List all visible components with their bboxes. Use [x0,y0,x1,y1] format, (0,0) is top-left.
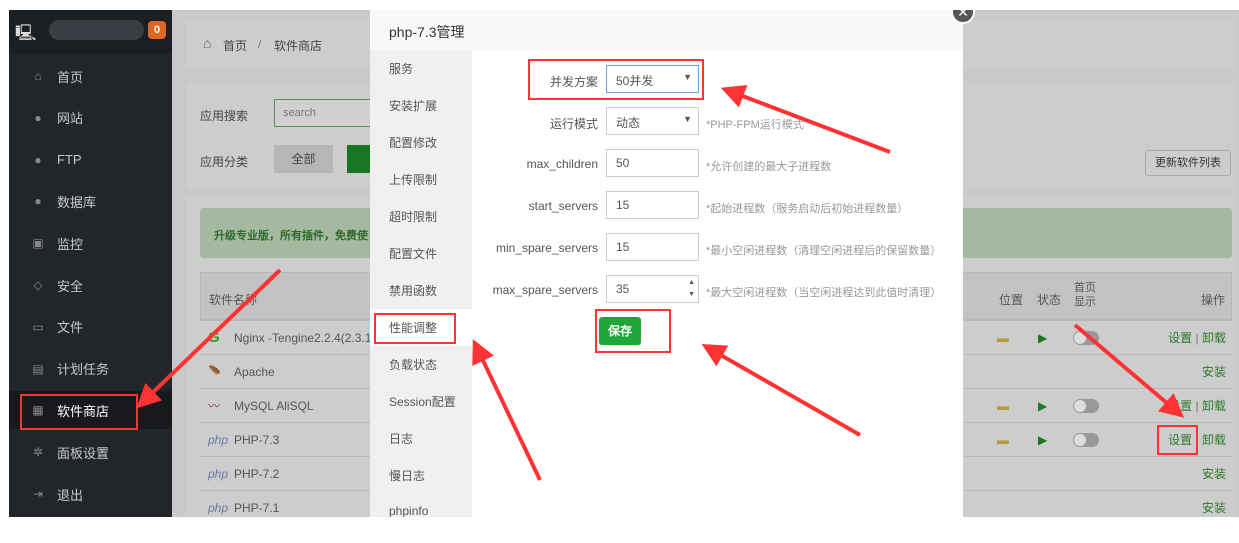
annotation-box-save [595,309,671,353]
annotation-box-scheme [528,59,704,100]
annotation-layer [20,59,1198,481]
annotation-box-perf [374,313,456,344]
annotation-arrows [136,85,1185,481]
annotation-box-settings [1157,425,1198,455]
annotation-box-store [20,394,138,430]
